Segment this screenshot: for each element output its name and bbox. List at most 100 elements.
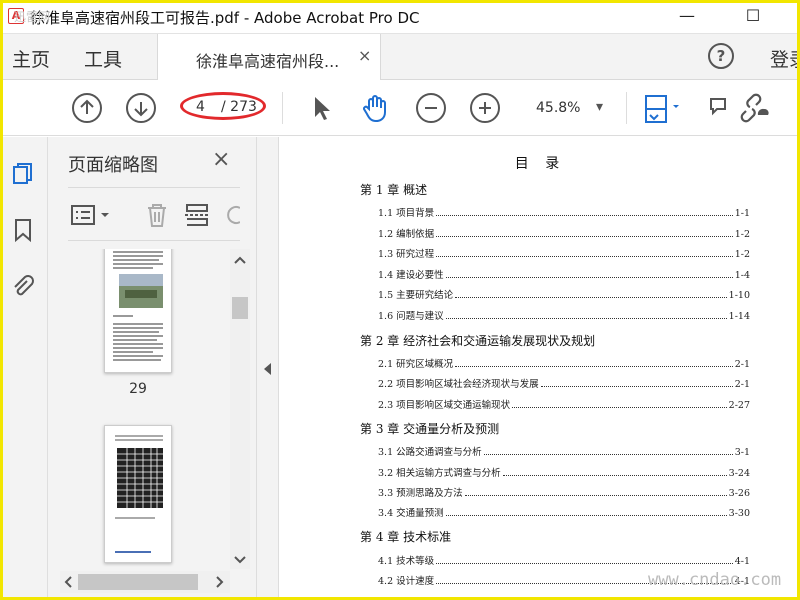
toc-entry[interactable]: 1.2 编制依据 1-2 bbox=[378, 226, 750, 240]
trash-icon bbox=[148, 204, 166, 227]
help-icon[interactable]: ? bbox=[708, 43, 734, 69]
rotate-page-button[interactable] bbox=[220, 200, 240, 230]
tab-bar: 主页 工具 徐淮阜高速宿州段... × ? 登录 bbox=[0, 34, 800, 81]
collapse-panel-icon[interactable] bbox=[257, 359, 279, 379]
toc-title: 目 录 bbox=[514, 156, 566, 172]
toc-entry-page: 1-10 bbox=[728, 290, 750, 301]
toc-leader-dots bbox=[445, 277, 733, 278]
toc-entry[interactable]: 1.3 研究过程 1-2 bbox=[378, 246, 750, 260]
toc-entry[interactable]: 3.1 公路交通调查与分析 3-1 bbox=[378, 444, 750, 458]
page-number-field[interactable]: 4 / 273 bbox=[180, 92, 266, 120]
toc-entry[interactable]: 2.2 项目影响区域社会经济现状与发展 2-1 bbox=[378, 376, 750, 390]
toc-entry-text: 2.2 项目影响区域社会经济现状与发展 bbox=[378, 379, 539, 390]
thumbnail-scrollbar[interactable] bbox=[230, 249, 250, 569]
hscroll-thumb[interactable] bbox=[78, 574, 198, 590]
toc-entry[interactable]: 1.1 项目背景 1-1 bbox=[378, 205, 750, 219]
close-tab-icon[interactable]: × bbox=[358, 46, 371, 65]
previous-page-button[interactable] bbox=[72, 93, 102, 123]
paperclip-icon bbox=[14, 275, 34, 296]
toc-entry-text: 4.2 设计速度 bbox=[378, 576, 435, 587]
comment-tool-button[interactable] bbox=[706, 93, 736, 123]
toc-entry-text: 3.4 交通量预测 bbox=[378, 508, 444, 519]
select-tool-button[interactable] bbox=[306, 93, 336, 123]
chevron-up-icon[interactable] bbox=[230, 253, 250, 267]
toc-leader-dots bbox=[540, 386, 733, 387]
toc-entry-page: 3-24 bbox=[728, 468, 750, 479]
tab-home[interactable]: 主页 bbox=[12, 45, 50, 72]
toc-entry-page: 3-26 bbox=[728, 488, 750, 499]
toc-entry-page: 2-27 bbox=[728, 400, 750, 411]
toc-entry[interactable]: 2.3 项目影响区域交通运输现状 2-27 bbox=[378, 397, 750, 411]
panel-title: 页面缩略图 bbox=[68, 155, 158, 176]
chevron-left-icon[interactable] bbox=[62, 571, 76, 593]
toc-entry-text: 4.1 技术等级 bbox=[378, 556, 435, 567]
toc-entry-text: 3.3 预测思路及方法 bbox=[378, 488, 463, 499]
toc-chapter-heading[interactable]: 第 3 章 交通量分析及预测 bbox=[360, 420, 499, 437]
maximize-button[interactable]: ☐ bbox=[730, 0, 776, 34]
toc-chapter-heading[interactable]: 第 1 章 概述 bbox=[360, 181, 427, 198]
thumbnail-hscrollbar[interactable] bbox=[60, 571, 230, 593]
toc-entry-page: 1-14 bbox=[728, 311, 750, 322]
toc-entry-text: 1.1 项目背景 bbox=[378, 208, 435, 219]
toc-leader-dots bbox=[455, 297, 727, 298]
toc-entry[interactable]: 1.5 主要研究结论 1-10 bbox=[378, 287, 750, 301]
tab-document-label: 徐淮阜高速宿州段... bbox=[196, 52, 340, 71]
toc-entry[interactable]: 1.6 问题与建议 1-14 bbox=[378, 308, 750, 322]
toc-entry[interactable]: 2.1 研究区域概况 2-1 bbox=[378, 356, 750, 370]
minus-icon bbox=[425, 107, 437, 109]
toc-entry-text: 2.3 项目影响区域交通运输现状 bbox=[378, 400, 511, 411]
options-menu-button[interactable] bbox=[70, 202, 114, 228]
chevron-right-icon[interactable] bbox=[212, 571, 226, 593]
toc-leader-dots bbox=[445, 515, 727, 516]
document-view[interactable]: 目 录 第 1 章 概述 1.1 项目背景 1-1 1.2 编制依据 1-2 1.3 研究… bbox=[280, 137, 800, 600]
watermark-text: www.cndao.com bbox=[648, 570, 782, 590]
page-display-button[interactable] bbox=[642, 93, 679, 123]
bookmarks-button[interactable] bbox=[10, 217, 36, 243]
share-link-button[interactable] bbox=[738, 93, 769, 123]
window-title: 徐淮阜高速宿州段工可报告.pdf - Adobe Acrobat Pro DC bbox=[30, 9, 420, 27]
cursor-icon bbox=[315, 97, 330, 120]
panel-splitter[interactable] bbox=[256, 137, 279, 600]
minimize-button[interactable]: — bbox=[664, 0, 710, 34]
title-bar: A 徐淮阜高速宿州段工可报告.pdf - Adobe Acrobat Pro D… bbox=[0, 0, 800, 34]
toc-chapter-heading[interactable]: 第 2 章 经济社会和交通运输发展现状及规划 bbox=[360, 332, 595, 349]
attachments-button[interactable] bbox=[10, 273, 36, 299]
total-pages-label: / 273 bbox=[221, 99, 257, 115]
zoom-select[interactable]: 45.8% ▾ bbox=[530, 98, 616, 120]
hand-tool-button[interactable] bbox=[360, 93, 390, 123]
next-page-button[interactable] bbox=[126, 93, 156, 123]
zoom-out-button[interactable] bbox=[416, 93, 446, 123]
toc-entry-page: 3-1 bbox=[734, 447, 750, 458]
pages-icon bbox=[13, 163, 32, 184]
toc-entry[interactable]: 1.4 建设必要性 1-4 bbox=[378, 267, 750, 281]
login-button[interactable]: 登录 bbox=[770, 45, 800, 72]
arrow-up-icon bbox=[80, 99, 94, 114]
list-options-icon bbox=[71, 205, 109, 225]
toolbar: 4 / 273 45.8% ▾ bbox=[0, 80, 800, 136]
toc-chapter-heading[interactable]: 第 4 章 技术标准 bbox=[360, 528, 451, 545]
toc-entry[interactable]: 3.2 相关运输方式调查与分析 3-24 bbox=[378, 465, 750, 479]
chevron-down-icon[interactable] bbox=[230, 553, 250, 567]
tab-tools[interactable]: 工具 bbox=[84, 45, 122, 72]
page-preview-image bbox=[113, 251, 163, 361]
toc-leader-dots bbox=[502, 475, 727, 476]
thumbnail-page-29[interactable] bbox=[104, 249, 172, 373]
close-panel-icon[interactable]: × bbox=[212, 147, 230, 172]
toc-entry-page: 3-30 bbox=[728, 508, 750, 519]
toc-entry[interactable]: 3.3 预测思路及方法 3-26 bbox=[378, 485, 750, 499]
current-page-input[interactable]: 4 bbox=[196, 99, 205, 115]
delete-page-button[interactable] bbox=[142, 200, 172, 230]
extract-page-button[interactable] bbox=[182, 200, 212, 230]
toc-leader-dots bbox=[445, 318, 727, 319]
toc-entry[interactable]: 4.1 技术等级 4-1 bbox=[378, 553, 750, 567]
thumbnail-page-30[interactable] bbox=[104, 425, 172, 563]
page-thumbnails-button[interactable] bbox=[10, 161, 36, 187]
toc-entry-text: 3.2 相关运输方式调查与分析 bbox=[378, 468, 501, 479]
scroll-thumb[interactable] bbox=[232, 297, 248, 319]
toc-leader-dots bbox=[483, 454, 733, 455]
plus-icon bbox=[479, 102, 491, 114]
zoom-in-button[interactable] bbox=[470, 93, 500, 123]
toc-entry[interactable]: 3.4 交通量预测 3-30 bbox=[378, 505, 750, 519]
chevron-down-icon: ▾ bbox=[596, 99, 604, 115]
tab-document[interactable]: 徐淮阜高速宿州段... × bbox=[157, 34, 381, 81]
